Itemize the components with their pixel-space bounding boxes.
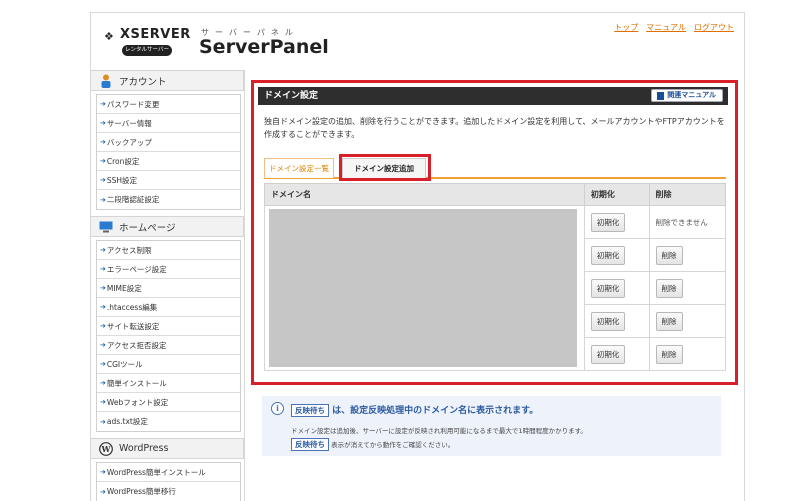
arrow-icon: ➔ — [100, 246, 106, 254]
arrow-icon: ➔ — [100, 398, 106, 406]
sidebar-item-label: サイト転送設定 — [106, 321, 160, 331]
sidebar-item-label: アクセス制限 — [106, 245, 152, 255]
arrow-icon: ➔ — [100, 468, 106, 476]
xserver-logo-icon: ❖ — [104, 30, 114, 43]
sidebar-item-label: パスワード変更 — [106, 99, 160, 109]
sidebar-item-label: .htaccess編集 — [106, 302, 158, 312]
sidebar-item-label: WordPress簡単移行 — [106, 487, 176, 496]
sidebar-item-ads-txt[interactable]: ➔ ads.txt設定 — [97, 412, 240, 431]
arrow-icon: ➔ — [100, 157, 106, 165]
pending-badge: 反映待ち — [291, 404, 329, 417]
arrow-icon: ➔ — [100, 195, 106, 204]
sidebar-item-password[interactable]: ➔ パスワード変更 — [97, 95, 240, 114]
brand-name: XSERVER — [120, 27, 191, 42]
sidebar-item-label: Webフォント設定 — [106, 397, 169, 407]
svg-text:W: W — [101, 444, 112, 454]
arrow-icon: ➔ — [100, 100, 106, 108]
arrow-icon: ➔ — [100, 417, 106, 426]
manual-link[interactable]: マニュアル — [646, 22, 686, 33]
info-icon: i — [271, 402, 284, 415]
person-icon — [99, 74, 113, 88]
arrow-icon: ➔ — [100, 303, 106, 311]
notice-headline-text: は、設定反映処理中のドメイン名に表示されます。 — [332, 406, 539, 416]
sidebar-item-2fa[interactable]: ➔ 二段階認証設定 — [97, 190, 240, 209]
sidebar-item-label: Cron設定 — [106, 156, 140, 166]
logout-link[interactable]: ログアウト — [694, 22, 734, 33]
arrow-icon: ➔ — [100, 138, 106, 146]
wordpress-menu: ➔ WordPress簡単インストール ➔ WordPress簡単移行 — [96, 462, 241, 501]
monitor-icon — [99, 220, 113, 234]
sidebar-item-ssh[interactable]: ➔ SSH設定 — [97, 171, 240, 190]
sidebar-item-label: 二段階認証設定 — [106, 195, 160, 204]
arrow-icon: ➔ — [100, 487, 106, 496]
homepage-menu: ➔ アクセス制限 ➔ エラーページ設定 ➔ MIME設定 ➔ .htaccess編集 ➔… — [96, 240, 241, 432]
sidebar-section-homepage: ホームページ — [91, 216, 244, 237]
notice-line: 反映待ち 表示が消えてから動作をご確認ください。 — [291, 438, 454, 451]
sidebar-item-access-deny[interactable]: ➔ アクセス拒否設定 — [97, 336, 240, 355]
sidebar-item-webfont[interactable]: ➔ Webフォント設定 — [97, 393, 240, 412]
arrow-icon: ➔ — [100, 119, 106, 127]
top-links: トップ マニュアル ログアウト — [614, 22, 734, 33]
sidebar-section-account: アカウント — [91, 70, 244, 91]
sidebar: アカウント ➔ パスワード変更 ➔ サーバー情報 ➔ バックアップ ➔ Cron設定 ➔… — [91, 70, 244, 501]
sidebar-divider — [244, 70, 245, 501]
section-title: WordPress — [119, 443, 169, 454]
sidebar-item-mime[interactable]: ➔ MIME設定 — [97, 279, 240, 298]
pending-badge: 反映待ち — [291, 438, 329, 451]
top-link[interactable]: トップ — [614, 22, 638, 33]
arrow-icon: ➔ — [100, 265, 106, 273]
notice-line: ドメイン設定は追加後、サーバーに設定が反映され利用可能になるまで最大で1時間程度… — [291, 427, 587, 435]
sidebar-item-server-info[interactable]: ➔ サーバー情報 — [97, 114, 240, 133]
arrow-icon: ➔ — [100, 341, 106, 349]
sidebar-item-easy-install[interactable]: ➔ 簡単インストール — [97, 374, 240, 393]
sidebar-item-label: ads.txt設定 — [106, 417, 148, 426]
sidebar-item-wp-migrate[interactable]: ➔ WordPress簡単移行 — [97, 482, 240, 501]
notice-line-text: 表示が消えてから動作をご確認ください。 — [331, 441, 455, 449]
sidebar-item-htaccess[interactable]: ➔ .htaccess編集 — [97, 298, 240, 317]
sidebar-section-wordpress: W WordPress — [91, 438, 244, 459]
arrow-icon: ➔ — [100, 379, 106, 387]
sidebar-item-backup[interactable]: ➔ バックアップ — [97, 133, 240, 152]
sidebar-item-label: サーバー情報 — [106, 118, 152, 128]
sidebar-item-access-limit[interactable]: ➔ アクセス制限 — [97, 241, 240, 260]
sidebar-item-wp-install[interactable]: ➔ WordPress簡単インストール — [97, 463, 240, 482]
wordpress-icon: W — [99, 441, 113, 456]
arrow-icon: ➔ — [100, 322, 106, 330]
account-menu: ➔ パスワード変更 ➔ サーバー情報 ➔ バックアップ ➔ Cron設定 ➔ SSH設定 … — [96, 94, 241, 210]
sidebar-item-cgi[interactable]: ➔ CGIツール — [97, 355, 240, 374]
sidebar-item-label: アクセス拒否設定 — [106, 340, 167, 350]
product-name: ServerPanel — [199, 36, 329, 58]
sidebar-item-site-forward[interactable]: ➔ サイト転送設定 — [97, 317, 240, 336]
notice-headline: 反映待ち は、設定反映処理中のドメイン名に表示されます。 — [291, 403, 538, 417]
arrow-icon: ➔ — [100, 284, 106, 292]
brand-sub: レンタルサーバー — [122, 45, 172, 56]
sidebar-item-label: WordPress簡単インストール — [106, 467, 206, 477]
sidebar-item-label: バックアップ — [106, 137, 152, 147]
sidebar-item-label: 簡単インストール — [106, 378, 167, 388]
highlight-box — [251, 80, 738, 385]
header: ❖ XSERVER レンタルサーバー サーバーパネル ServerPanel ト… — [91, 13, 744, 69]
sidebar-item-error-page[interactable]: ➔ エラーページ設定 — [97, 260, 240, 279]
section-title: ホームページ — [119, 222, 176, 234]
sidebar-item-label: エラーページ設定 — [106, 264, 167, 274]
sidebar-item-label: CGIツール — [106, 359, 143, 369]
section-title: アカウント — [119, 76, 167, 88]
notice-box: i 反映待ち は、設定反映処理中のドメイン名に表示されます。 ドメイン設定は追加… — [262, 396, 721, 456]
sidebar-item-label: MIME設定 — [106, 283, 142, 293]
arrow-icon: ➔ — [100, 360, 106, 368]
sidebar-item-cron[interactable]: ➔ Cron設定 — [97, 152, 240, 171]
sidebar-item-label: SSH設定 — [106, 175, 138, 185]
arrow-icon: ➔ — [100, 176, 106, 184]
